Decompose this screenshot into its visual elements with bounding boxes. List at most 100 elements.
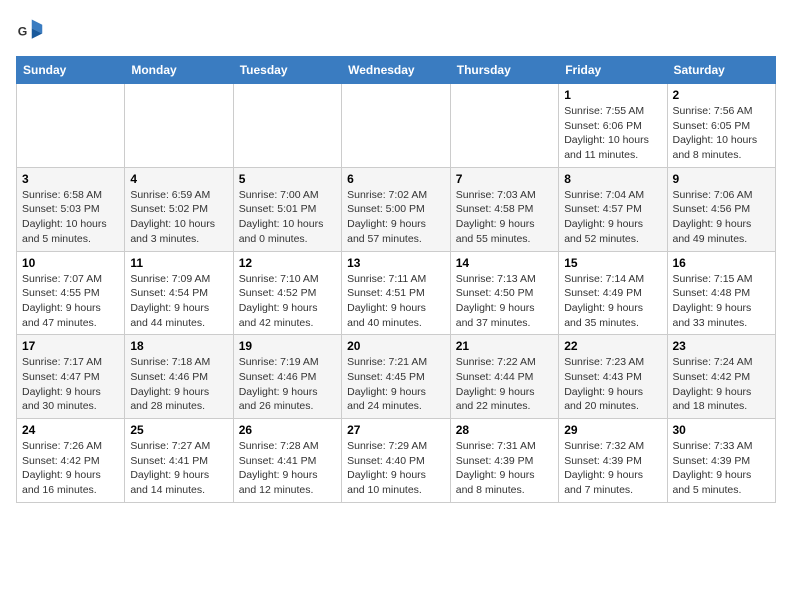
week-row-2: 3 Sunrise: 6:58 AM Sunset: 5:03 PM Daylig… <box>17 167 776 251</box>
day-number: 27 <box>347 423 445 437</box>
day-cell: 7Sunrise: 7:03 AM Sunset: 4:58 PM Daylig… <box>450 167 558 251</box>
day-info: Sunrise: 7:31 AM Sunset: 4:39 PM Dayligh… <box>456 439 553 498</box>
day-cell: 12Sunrise: 7:10 AM Sunset: 4:52 PM Dayli… <box>233 251 341 335</box>
day-cell: 23 Sunrise: 7:24 AM Sunset: 4:42 PM Dayli… <box>667 335 776 419</box>
day-number: 22 <box>564 339 661 353</box>
day-info: Sunrise: 7:56 AM Sunset: 6:05 PM Dayligh… <box>673 104 771 163</box>
day-number: 17 <box>22 339 119 353</box>
day-info: Sunrise: 7:27 AM Sunset: 4:41 PM Dayligh… <box>130 439 227 498</box>
day-cell: 9 Sunrise: 7:06 AM Sunset: 4:56 PM Daylig… <box>667 167 776 251</box>
column-header-sunday: Sunday <box>17 57 125 84</box>
column-header-saturday: Saturday <box>667 57 776 84</box>
day-cell: 24 Sunrise: 7:26 AM Sunset: 4:42 PM Dayli… <box>17 419 125 503</box>
day-cell: 20 Sunrise: 7:21 AM Sunset: 4:45 PM Dayli… <box>342 335 451 419</box>
calendar-header-row: SundayMondayTuesdayWednesdayThursdayFrid… <box>17 57 776 84</box>
day-cell: 11 Sunrise: 7:09 AM Sunset: 4:54 PM Dayli… <box>125 251 233 335</box>
day-info: Sunrise: 7:26 AM Sunset: 4:42 PM Dayligh… <box>22 439 119 498</box>
day-cell: 3 Sunrise: 6:58 AM Sunset: 5:03 PM Daylig… <box>17 167 125 251</box>
day-info: Sunrise: 7:09 AM Sunset: 4:54 PM Dayligh… <box>130 272 227 331</box>
day-cell: 30 Sunrise: 7:33 AM Sunset: 4:39 PM Dayli… <box>667 419 776 503</box>
day-info: Sunrise: 7:29 AM Sunset: 4:40 PM Dayligh… <box>347 439 445 498</box>
day-cell: 4 Sunrise: 6:59 AM Sunset: 5:02 PM Daylig… <box>125 167 233 251</box>
day-cell: 6 Sunrise: 7:02 AM Sunset: 5:00 PM Daylig… <box>342 167 451 251</box>
day-cell: 18 Sunrise: 7:18 AM Sunset: 4:46 PM Dayli… <box>125 335 233 419</box>
logo: G <box>16 16 48 44</box>
day-info: Sunrise: 7:03 AM Sunset: 4:58 PM Dayligh… <box>456 188 553 247</box>
day-cell: 15 Sunrise: 7:14 AM Sunset: 4:49 PM Dayli… <box>559 251 667 335</box>
day-number: 6 <box>347 172 445 186</box>
day-info: Sunrise: 7:06 AM Sunset: 4:56 PM Dayligh… <box>673 188 771 247</box>
day-info: Sunrise: 7:00 AM Sunset: 5:01 PM Dayligh… <box>239 188 336 247</box>
day-number: 10 <box>22 256 119 270</box>
day-info: Sunrise: 7:21 AM Sunset: 4:45 PM Dayligh… <box>347 355 445 414</box>
day-info: Sunrise: 7:13 AM Sunset: 4:50 PM Dayligh… <box>456 272 553 331</box>
column-header-friday: Friday <box>559 57 667 84</box>
day-cell: 21 Sunrise: 7:22 AM Sunset: 4:44 PM Dayli… <box>450 335 558 419</box>
day-cell: 27 Sunrise: 7:29 AM Sunset: 4:40 PM Dayli… <box>342 419 451 503</box>
day-number: 21 <box>456 339 553 353</box>
day-number: 24 <box>22 423 119 437</box>
svg-text:G: G <box>18 24 28 38</box>
day-cell: 17 Sunrise: 7:17 AM Sunset: 4:47 PM Dayli… <box>17 335 125 419</box>
day-number: 15 <box>564 256 661 270</box>
day-info: Sunrise: 7:14 AM Sunset: 4:49 PM Dayligh… <box>564 272 661 331</box>
day-cell: 22 Sunrise: 7:23 AM Sunset: 4:43 PM Dayli… <box>559 335 667 419</box>
day-cell: 19 Sunrise: 7:19 AM Sunset: 4:46 PM Dayli… <box>233 335 341 419</box>
day-info: Sunrise: 6:59 AM Sunset: 5:02 PM Dayligh… <box>130 188 227 247</box>
logo-icon: G <box>16 16 44 44</box>
day-number: 18 <box>130 339 227 353</box>
day-cell <box>450 84 558 168</box>
day-number: 26 <box>239 423 336 437</box>
week-row-1: 1 Sunrise: 7:55 AM Sunset: 6:06 PM Daylig… <box>17 84 776 168</box>
day-number: 11 <box>130 256 227 270</box>
day-cell: 8Sunrise: 7:04 AM Sunset: 4:57 PM Daylig… <box>559 167 667 251</box>
day-info: Sunrise: 7:10 AM Sunset: 4:52 PM Dayligh… <box>239 272 336 331</box>
day-number: 23 <box>673 339 771 353</box>
day-info: Sunrise: 7:24 AM Sunset: 4:42 PM Dayligh… <box>673 355 771 414</box>
week-row-5: 24 Sunrise: 7:26 AM Sunset: 4:42 PM Dayli… <box>17 419 776 503</box>
day-number: 25 <box>130 423 227 437</box>
day-cell <box>342 84 451 168</box>
calendar: SundayMondayTuesdayWednesdayThursdayFrid… <box>16 56 776 503</box>
day-info: Sunrise: 7:07 AM Sunset: 4:55 PM Dayligh… <box>22 272 119 331</box>
day-info: Sunrise: 7:23 AM Sunset: 4:43 PM Dayligh… <box>564 355 661 414</box>
column-header-tuesday: Tuesday <box>233 57 341 84</box>
week-row-4: 17 Sunrise: 7:17 AM Sunset: 4:47 PM Dayli… <box>17 335 776 419</box>
day-number: 9 <box>673 172 771 186</box>
column-header-wednesday: Wednesday <box>342 57 451 84</box>
day-cell <box>125 84 233 168</box>
day-cell: 26Sunrise: 7:28 AM Sunset: 4:41 PM Dayli… <box>233 419 341 503</box>
day-number: 8 <box>564 172 661 186</box>
day-number: 29 <box>564 423 661 437</box>
day-number: 13 <box>347 256 445 270</box>
day-cell: 5 Sunrise: 7:00 AM Sunset: 5:01 PM Daylig… <box>233 167 341 251</box>
day-cell: 25 Sunrise: 7:27 AM Sunset: 4:41 PM Dayli… <box>125 419 233 503</box>
day-number: 19 <box>239 339 336 353</box>
day-info: Sunrise: 7:02 AM Sunset: 5:00 PM Dayligh… <box>347 188 445 247</box>
day-number: 2 <box>673 88 771 102</box>
day-number: 4 <box>130 172 227 186</box>
day-info: Sunrise: 7:22 AM Sunset: 4:44 PM Dayligh… <box>456 355 553 414</box>
day-info: Sunrise: 7:18 AM Sunset: 4:46 PM Dayligh… <box>130 355 227 414</box>
day-number: 5 <box>239 172 336 186</box>
day-cell <box>233 84 341 168</box>
day-info: Sunrise: 7:17 AM Sunset: 4:47 PM Dayligh… <box>22 355 119 414</box>
day-info: Sunrise: 7:15 AM Sunset: 4:48 PM Dayligh… <box>673 272 771 331</box>
day-info: Sunrise: 6:58 AM Sunset: 5:03 PM Dayligh… <box>22 188 119 247</box>
day-number: 1 <box>564 88 661 102</box>
day-cell: 2 Sunrise: 7:56 AM Sunset: 6:05 PM Daylig… <box>667 84 776 168</box>
week-row-3: 10 Sunrise: 7:07 AM Sunset: 4:55 PM Dayli… <box>17 251 776 335</box>
day-info: Sunrise: 7:55 AM Sunset: 6:06 PM Dayligh… <box>564 104 661 163</box>
day-number: 20 <box>347 339 445 353</box>
day-info: Sunrise: 7:19 AM Sunset: 4:46 PM Dayligh… <box>239 355 336 414</box>
day-number: 3 <box>22 172 119 186</box>
day-cell: 16Sunrise: 7:15 AM Sunset: 4:48 PM Dayli… <box>667 251 776 335</box>
day-info: Sunrise: 7:33 AM Sunset: 4:39 PM Dayligh… <box>673 439 771 498</box>
day-number: 30 <box>673 423 771 437</box>
day-cell: 10 Sunrise: 7:07 AM Sunset: 4:55 PM Dayli… <box>17 251 125 335</box>
day-cell <box>17 84 125 168</box>
day-number: 28 <box>456 423 553 437</box>
header: G <box>16 16 776 44</box>
day-cell: 13Sunrise: 7:11 AM Sunset: 4:51 PM Dayli… <box>342 251 451 335</box>
day-number: 14 <box>456 256 553 270</box>
